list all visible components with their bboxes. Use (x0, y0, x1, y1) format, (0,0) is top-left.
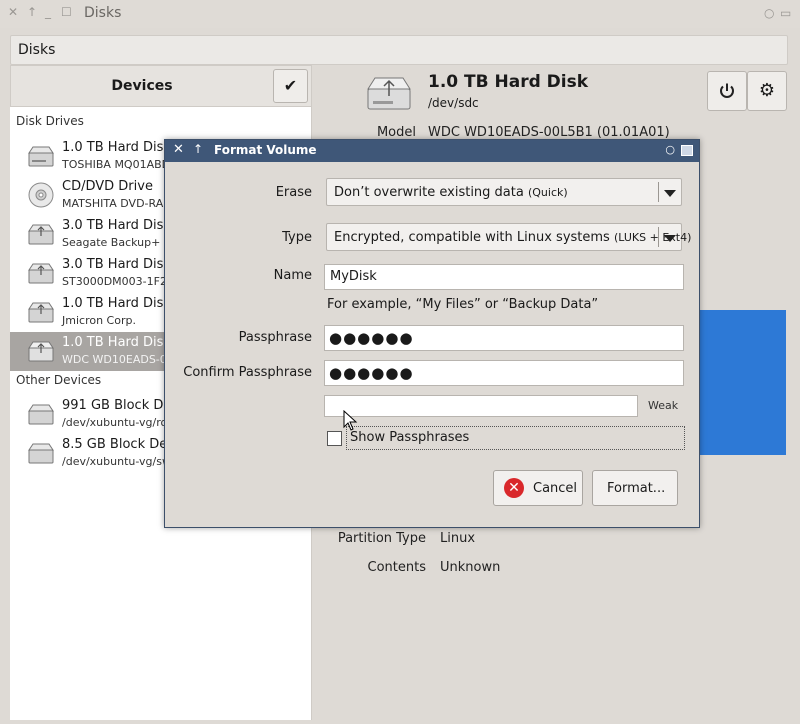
arrow-up-icon[interactable]: ↑ (27, 5, 37, 19)
partition-block[interactable] (690, 310, 786, 455)
checkmark-icon: ✔ (283, 76, 298, 95)
mouse-cursor-icon (343, 410, 358, 431)
section-other-devices: Other Devices (16, 373, 102, 387)
model-label: Model (376, 125, 416, 140)
usb-disk-icon (28, 224, 54, 245)
arrow-up-icon[interactable]: ↑ (193, 142, 203, 156)
erase-label: Erase (275, 185, 312, 200)
combo-divider (658, 182, 659, 202)
device-name: 1.0 TB Hard Disk (62, 140, 171, 155)
name-label: Name (273, 268, 312, 283)
minimize-icon[interactable]: _ (45, 5, 51, 19)
device-name: 1.0 TB Hard Disk (62, 296, 171, 311)
passphrase-field[interactable]: ●●●●●● (324, 325, 684, 351)
select-mode-button[interactable]: ✔ (273, 69, 308, 103)
partition-type-value: Linux (440, 531, 476, 546)
device-name: 3.0 TB Hard Disk (62, 257, 171, 272)
usb-disk-icon (28, 341, 54, 362)
chevron-down-icon (664, 235, 676, 242)
restore-icon[interactable]: ▭ (780, 6, 791, 20)
contents-label: Contents (367, 560, 426, 575)
cancel-label: Cancel (533, 481, 578, 496)
name-value: MyDisk (330, 269, 377, 284)
device-model: MATSHITA DVD-RAM (62, 197, 173, 210)
cancel-button[interactable]: ✕ Cancel (493, 470, 583, 506)
maximize-icon[interactable]: ☐ (61, 5, 72, 19)
close-icon[interactable]: ✕ (8, 5, 18, 19)
passphrase-label: Passphrase (238, 330, 312, 345)
window-title: Disks (84, 5, 122, 21)
format-volume-dialog: ✕ ↑ Format Volume ○ Erase Don’t overwrit… (164, 139, 700, 528)
block-device-icon (28, 404, 54, 425)
combo-divider (658, 227, 659, 247)
devices-title: Devices (111, 78, 173, 94)
show-passphrases-checkbox[interactable] (327, 431, 342, 446)
erase-value: Don’t overwrite existing data (Quick) (334, 185, 568, 200)
format-button[interactable]: Format... (592, 470, 678, 506)
optical-disc-icon (28, 182, 54, 208)
menu-dot-icon[interactable]: ○ (665, 143, 675, 156)
main-titlebar: ✕ ↑ _ ☐ Disks ○ ▭ (0, 0, 800, 28)
close-icon[interactable]: ✕ (173, 142, 184, 157)
name-field[interactable]: MyDisk (324, 264, 684, 290)
confirm-passphrase-field[interactable]: ●●●●●● (324, 360, 684, 386)
usb-disk-icon (28, 302, 54, 323)
passphrase-mask: ●●●●●● (329, 329, 414, 347)
partition-type-label: Partition Type (337, 531, 426, 546)
strength-label: Weak (648, 399, 679, 412)
confirm-passphrase-mask: ●●●●●● (329, 364, 414, 382)
disk-title: 1.0 TB Hard Disk (428, 72, 589, 92)
block-device-icon (28, 443, 54, 464)
hard-disk-icon (28, 146, 54, 167)
menu-dot-icon[interactable]: ○ (764, 6, 774, 20)
confirm-passphrase-label: Confirm Passphrase (183, 365, 312, 380)
contents-value: Unknown (440, 560, 501, 575)
power-icon (720, 83, 734, 98)
device-path: /dev/xubuntu-vg/sw (62, 455, 171, 468)
disk-settings-button[interactable]: ⚙ (747, 71, 787, 111)
usb-disk-icon (28, 263, 54, 284)
header-bar: Disks (10, 35, 788, 65)
restore-icon[interactable] (681, 145, 693, 156)
type-combobox[interactable]: Encrypted, compatible with Linux systems… (326, 223, 691, 251)
device-model: WDC WD10EADS-00 (62, 353, 174, 366)
section-disk-drives: Disk Drives (16, 114, 84, 128)
device-name: 3.0 TB Hard Disk (62, 218, 171, 233)
devices-header: Devices ✔ (10, 65, 312, 107)
passphrase-strength-bar (324, 395, 638, 417)
type-value: Encrypted, compatible with Linux systems… (334, 230, 692, 245)
device-model: Jmicron Corp. (62, 314, 136, 327)
device-model: TOSHIBA MQ01ABD (62, 158, 171, 171)
format-label: Format... (607, 481, 666, 496)
chevron-down-icon (664, 190, 676, 197)
type-label: Type (282, 230, 312, 245)
name-hint: For example, “My Files” or “Backup Data” (327, 297, 599, 312)
disk-device-path: /dev/sdc (428, 96, 479, 110)
device-model: Seagate Backup+ D (62, 236, 173, 249)
device-name: CD/DVD Drive (62, 179, 153, 194)
device-name: 8.5 GB Block Devi (62, 437, 179, 452)
show-passphrases-label[interactable]: Show Passphrases (350, 430, 469, 445)
dialog-titlebar: ✕ ↑ Format Volume ○ (165, 140, 699, 162)
erase-combobox[interactable]: Don’t overwrite existing data (Quick) (326, 178, 682, 206)
usb-disk-icon (367, 77, 411, 110)
gear-icon: ⚙ (758, 80, 776, 101)
device-path: /dev/xubuntu-vg/ro (62, 416, 168, 429)
dialog-title: Format Volume (214, 143, 317, 157)
power-off-button[interactable] (707, 71, 747, 111)
model-value: WDC WD10EADS-00L5B1 (01.01A01) (428, 125, 670, 140)
device-name: 1.0 TB Hard Disk (62, 335, 171, 350)
cancel-icon: ✕ (504, 478, 524, 498)
header-title: Disks (18, 42, 56, 58)
